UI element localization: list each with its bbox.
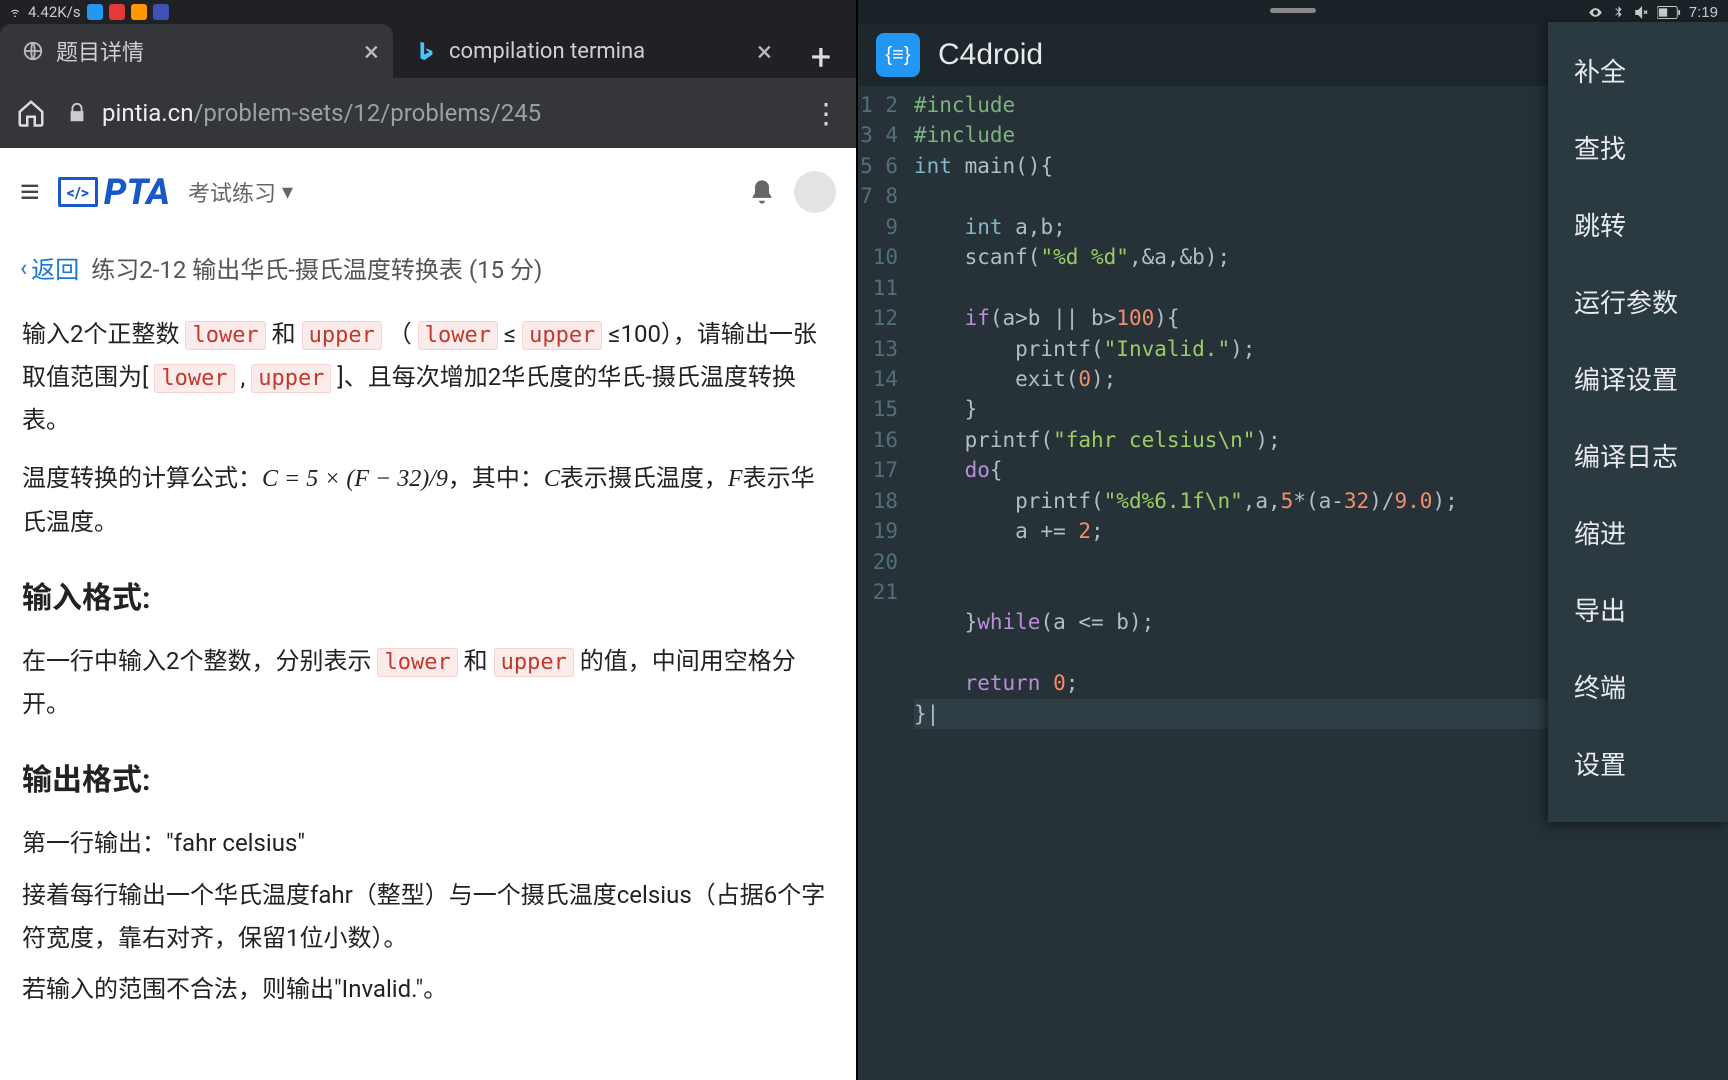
net-speed: 4.42K/s bbox=[28, 3, 81, 21]
logo-glyph: </> bbox=[58, 177, 98, 207]
menu-find[interactable]: 查找 bbox=[1548, 109, 1728, 186]
new-tab-button[interactable]: + bbox=[786, 36, 856, 78]
home-icon[interactable] bbox=[16, 98, 46, 128]
back-link[interactable]: ‹ 返回 bbox=[20, 250, 79, 285]
tab-title: 题目详情 bbox=[56, 35, 352, 67]
problem-title: 练习2-12 输出华氏-摄氏温度转换表 (15 分) bbox=[91, 250, 542, 285]
app-badge-icon bbox=[109, 4, 125, 20]
kebab-icon[interactable]: ⋮ bbox=[812, 97, 840, 130]
problem-body: 输入2个正整数 lower 和 upper （ lower ≤ upper ≤1… bbox=[0, 295, 856, 1029]
bing-icon bbox=[415, 40, 437, 62]
close-icon[interactable]: × bbox=[757, 35, 772, 68]
output-spec-3: 若输入的范围不合法，则输出"Invalid."。 bbox=[22, 968, 834, 1011]
menu-compileset[interactable]: 编译设置 bbox=[1548, 340, 1728, 417]
hamburger-icon[interactable]: ≡ bbox=[20, 172, 40, 212]
app-badge-icon bbox=[87, 4, 103, 20]
code-upper: upper bbox=[302, 321, 382, 350]
menu-runargs[interactable]: 运行参数 bbox=[1548, 263, 1728, 340]
tab-title: compilation termina bbox=[449, 39, 745, 64]
url-host: pintia.cn bbox=[102, 99, 193, 127]
output-spec-1: 第一行输出："fahr celsius" bbox=[22, 822, 834, 865]
clock: 7:19 bbox=[1689, 4, 1718, 21]
mute-icon bbox=[1634, 5, 1649, 20]
android-statusbar-left: 4.42K/s bbox=[0, 0, 856, 24]
overflow-menu: 补全 查找 跳转 运行参数 编译设置 编译日志 缩进 导出 终端 设置 bbox=[1548, 22, 1728, 822]
page-content: ≡ </> PTA 考试练习 ▾ ‹ 返回 练习2-12 输出华氏-摄氏温度转换… bbox=[0, 148, 856, 1080]
caret-down-icon: ▾ bbox=[282, 180, 293, 205]
wifi-icon bbox=[8, 5, 22, 19]
browser-tabstrip: 题目详情 × compilation termina × + bbox=[0, 24, 856, 78]
url-box[interactable]: pintia.cn/problem-sets/12/problems/245 bbox=[66, 99, 792, 127]
line-gutter: 1 2 3 4 5 6 7 8 9 10 11 12 13 14 15 16 1… bbox=[858, 86, 906, 1080]
globe-icon bbox=[22, 40, 44, 62]
avatar[interactable] bbox=[794, 171, 836, 213]
browser-tab-active[interactable]: 题目详情 × bbox=[0, 24, 393, 78]
app-icon: {≡} bbox=[876, 33, 920, 77]
battery-icon bbox=[1657, 6, 1681, 19]
url-path: /problem-sets/12/problems/245 bbox=[193, 99, 541, 127]
pta-logo[interactable]: </> PTA bbox=[58, 171, 170, 213]
menu-settings[interactable]: 设置 bbox=[1548, 725, 1728, 802]
code-lower: lower bbox=[185, 321, 265, 350]
lock-icon bbox=[66, 102, 88, 124]
app-name: C4droid bbox=[938, 38, 1640, 72]
input-spec: 在一行中输入2个整数，分别表示 lower 和 upper 的值，中间用空格分开… bbox=[22, 640, 834, 726]
menu-indent[interactable]: 缩进 bbox=[1548, 494, 1728, 571]
app-badge-icon bbox=[131, 4, 147, 20]
heading-input: 输入格式: bbox=[22, 572, 834, 626]
app-badge-icon bbox=[153, 4, 169, 20]
logo-text: PTA bbox=[104, 171, 170, 213]
split-grabber[interactable] bbox=[1270, 8, 1316, 13]
back-label: 返回 bbox=[31, 250, 79, 285]
heading-output: 输出格式: bbox=[22, 754, 834, 808]
address-bar: pintia.cn/problem-sets/12/problems/245 ⋮ bbox=[0, 78, 856, 148]
menu-complete[interactable]: 补全 bbox=[1548, 32, 1728, 109]
menu-goto[interactable]: 跳转 bbox=[1548, 186, 1728, 263]
browser-pane: 4.42K/s 题目详情 × compilation termina × + p… bbox=[0, 0, 858, 1080]
nav-dropdown[interactable]: 考试练习 ▾ bbox=[188, 176, 293, 208]
problem-p2: 温度转换的计算公式：C = 5 × (F − 32)/9，其中：C表示摄氏温度，… bbox=[22, 457, 834, 544]
close-icon[interactable]: × bbox=[364, 35, 379, 68]
formula: C = 5 × (F − 32)/9 bbox=[262, 466, 448, 492]
breadcrumb-bar: ‹ 返回 练习2-12 输出华氏-摄氏温度转换表 (15 分) bbox=[0, 236, 856, 295]
problem-p1: 输入2个正整数 lower 和 upper （ lower ≤ upper ≤1… bbox=[22, 313, 834, 443]
ide-pane: 7:19 {≡} C4droid 文件 1 2 3 4 5 6 7 8 9 10… bbox=[858, 0, 1728, 1080]
output-spec-2: 接着每行输出一个华氏温度fahr（整型）与一个摄氏温度celsius（占据6个字… bbox=[22, 874, 834, 960]
site-appbar: ≡ </> PTA 考试练习 ▾ bbox=[0, 148, 856, 236]
bluetooth-icon bbox=[1611, 5, 1626, 20]
menu-terminal[interactable]: 终端 bbox=[1548, 648, 1728, 725]
menu-export[interactable]: 导出 bbox=[1548, 571, 1728, 648]
chevron-left-icon: ‹ bbox=[20, 254, 27, 282]
browser-tab[interactable]: compilation termina × bbox=[393, 24, 786, 78]
eye-icon bbox=[1588, 5, 1603, 20]
nav-label: 考试练习 bbox=[188, 176, 276, 208]
menu-compilelog[interactable]: 编译日志 bbox=[1548, 417, 1728, 494]
bell-icon[interactable] bbox=[748, 178, 776, 206]
